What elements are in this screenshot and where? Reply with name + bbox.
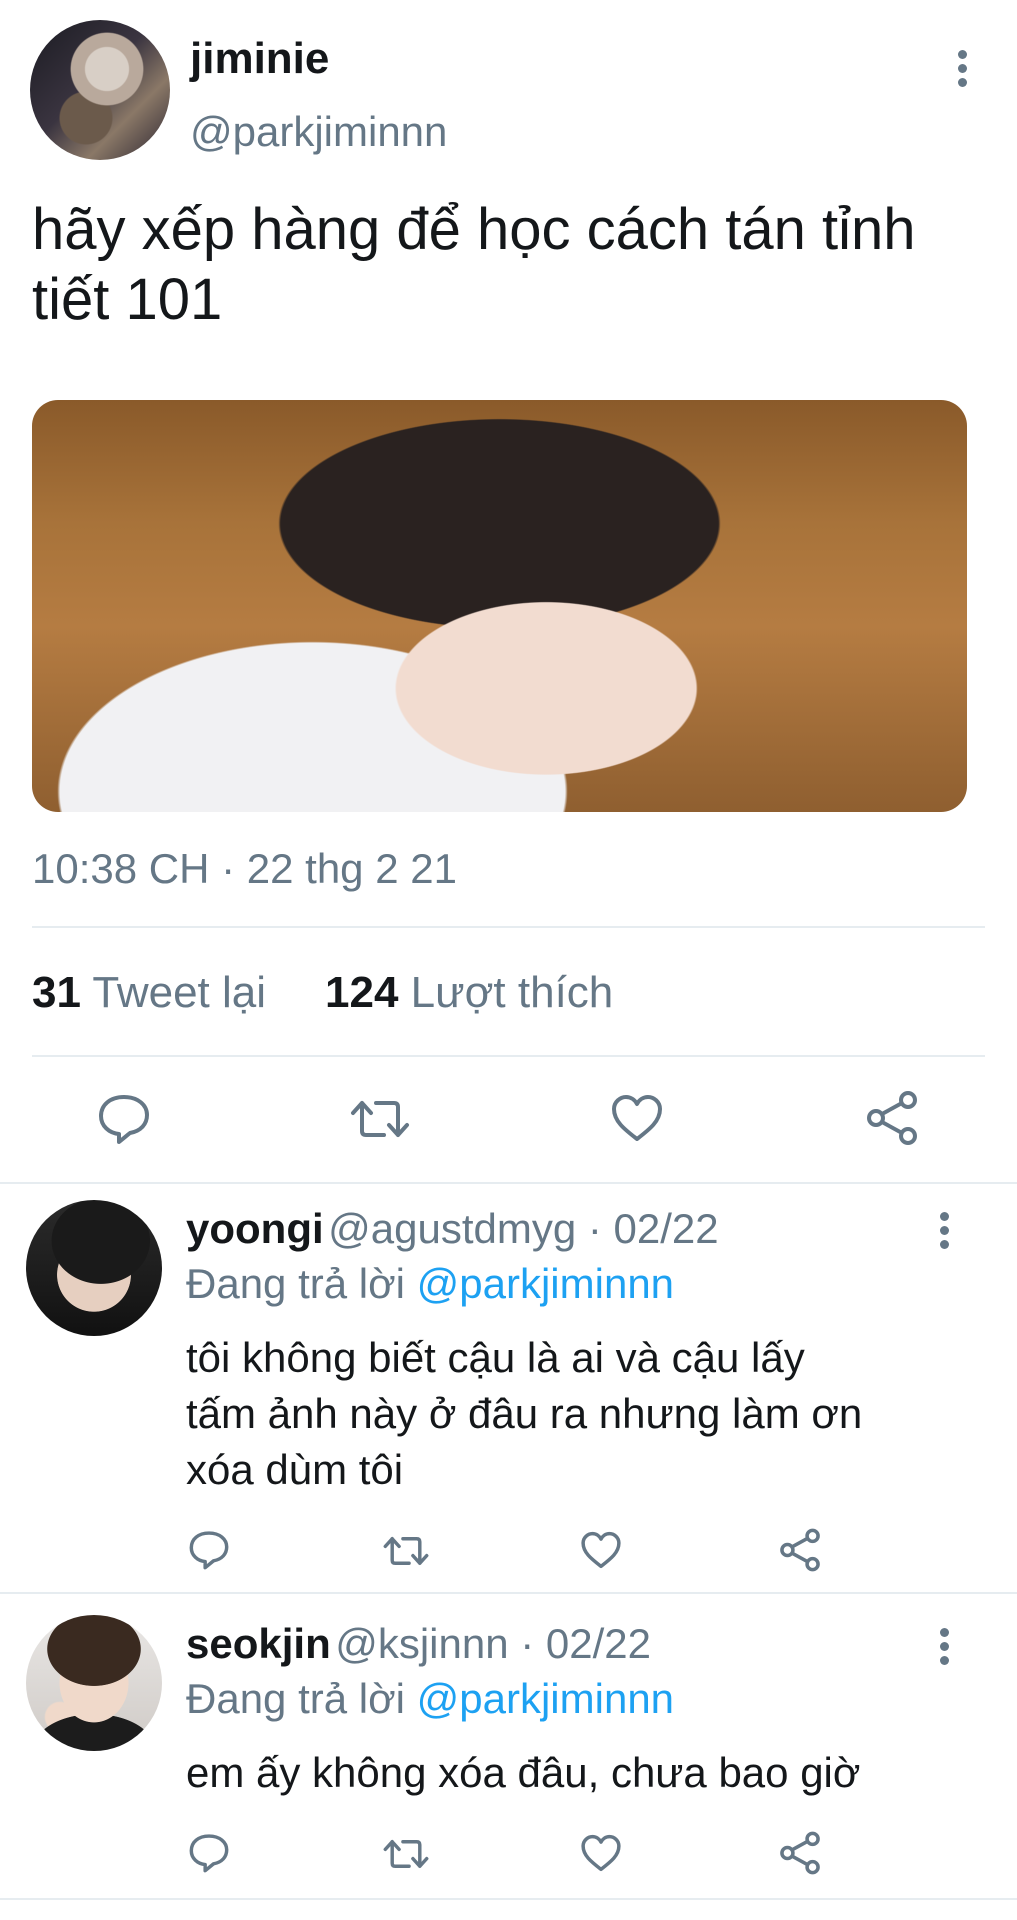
reply-text-line: xóa dùm tôi: [186, 1446, 404, 1493]
divider: [0, 1592, 1017, 1594]
reply-text: em ấy không xóa đâu, chưa bao giờ: [186, 1745, 860, 1801]
reply-text-line: tôi không biết cậu là ai và cậu lấy: [186, 1334, 805, 1381]
divider: [32, 1055, 985, 1057]
heart-icon[interactable]: [610, 1093, 664, 1143]
author-avatar[interactable]: [30, 20, 170, 160]
reply-text: tôi không biết cậu là ai và cậu lấy tấm …: [186, 1330, 862, 1498]
tweet-text-line-2: tiết 101: [32, 267, 223, 332]
reply-date: · 02/22: [508, 1620, 651, 1667]
share-icon[interactable]: [778, 1831, 822, 1875]
tweet-text-line-1: hãy xếp hàng để học cách tán tỉnh: [32, 197, 916, 262]
reply-header: seokjin @ksjinnn · 02/22: [186, 1620, 651, 1668]
share-icon[interactable]: [778, 1528, 822, 1572]
heart-icon[interactable]: [580, 1833, 622, 1873]
replying-to: Đang trả lời @parkjiminnn: [186, 1675, 674, 1723]
reply-text-line: em ấy không xóa đâu, chưa bao giờ: [186, 1749, 861, 1796]
tweet-image[interactable]: [32, 400, 967, 812]
reply-avatar[interactable]: [26, 1200, 162, 1336]
mention-link[interactable]: @parkjiminnn: [417, 1675, 674, 1722]
retweet-count: 31: [32, 968, 81, 1017]
replying-prefix: Đang trả lời: [186, 1675, 417, 1722]
more-options-icon[interactable]: [940, 1628, 950, 1670]
reply-icon[interactable]: [97, 1093, 151, 1145]
reply-author-handle[interactable]: @ksjinnn: [335, 1620, 508, 1667]
retweet-label: Tweet lại: [92, 968, 267, 1017]
reply-author-name[interactable]: yoongi: [186, 1205, 324, 1252]
more-options-icon[interactable]: [958, 50, 968, 92]
author-name[interactable]: jiminie: [190, 34, 329, 84]
author-handle[interactable]: @parkjiminnn: [190, 108, 447, 156]
like-count: 124: [325, 968, 399, 1017]
retweet-stat[interactable]: 31 Tweet lại: [32, 968, 266, 1018]
reply-date: · 02/22: [576, 1205, 719, 1252]
divider: [32, 926, 985, 928]
more-options-icon[interactable]: [940, 1212, 950, 1254]
retweet-icon[interactable]: [350, 1095, 410, 1143]
divider: [0, 1898, 1017, 1900]
replying-to: Đang trả lời @parkjiminnn: [186, 1260, 674, 1308]
reply-author-name[interactable]: seokjin: [186, 1620, 331, 1667]
reply-author-handle[interactable]: @agustdmyg: [328, 1205, 576, 1252]
retweet-icon[interactable]: [383, 1835, 429, 1873]
reply-icon[interactable]: [188, 1530, 230, 1570]
reply-avatar[interactable]: [26, 1615, 162, 1751]
retweet-icon[interactable]: [383, 1532, 429, 1570]
like-stat[interactable]: 124 Lượt thích: [325, 968, 613, 1018]
reply-icon[interactable]: [188, 1833, 230, 1873]
mention-link[interactable]: @parkjiminnn: [417, 1260, 674, 1307]
like-label: Lượt thích: [410, 968, 614, 1017]
share-icon[interactable]: [864, 1090, 920, 1146]
reply-text-line: tấm ảnh này ở đâu ra nhưng làm ơn: [186, 1390, 863, 1437]
heart-icon[interactable]: [580, 1530, 622, 1570]
reply-header: yoongi @agustdmyg · 02/22: [186, 1205, 719, 1253]
tweet-timestamp[interactable]: 10:38 CH · 22 thg 2 21: [32, 845, 457, 893]
divider: [0, 1182, 1017, 1184]
replying-prefix: Đang trả lời: [186, 1260, 417, 1307]
